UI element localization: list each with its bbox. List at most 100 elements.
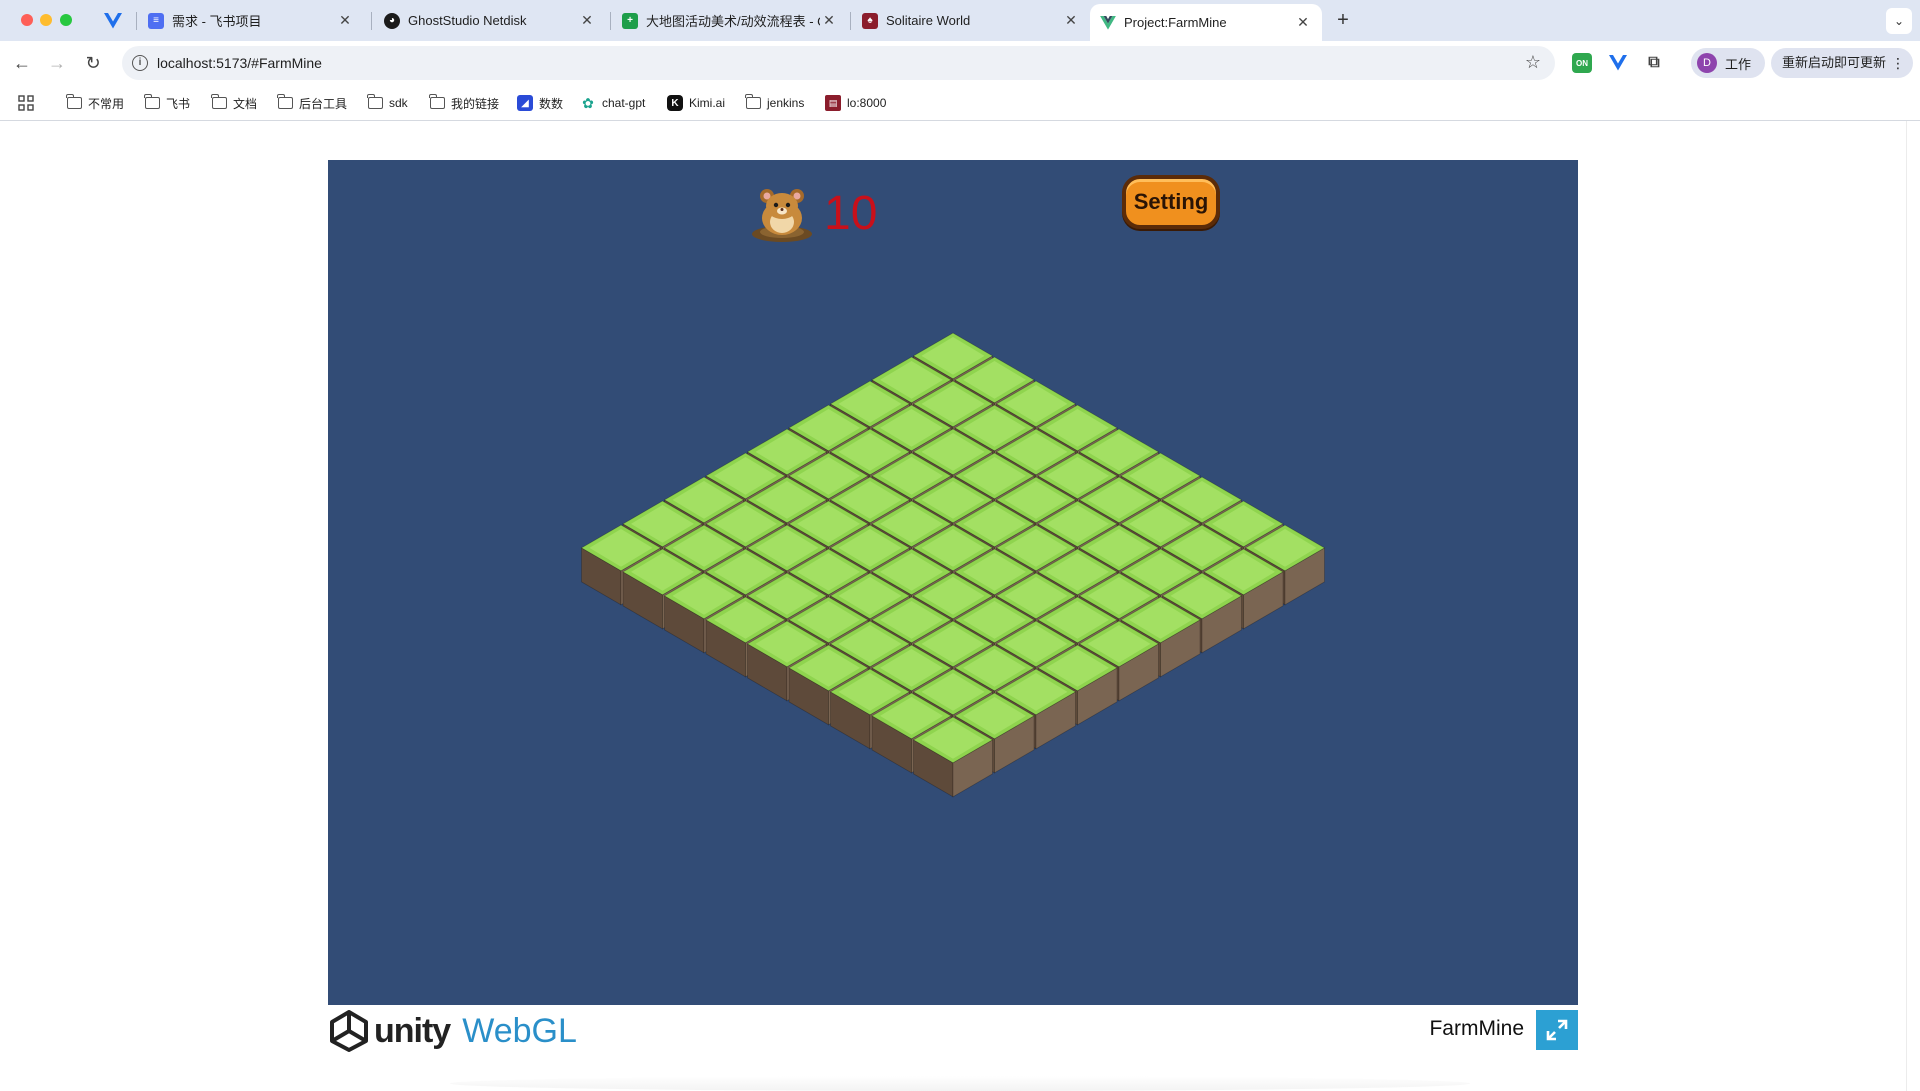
tab-farmmine[interactable]: Project:FarmMine ✕ [1090, 4, 1322, 41]
extensions-puzzle-icon[interactable]: ⧉ [1644, 53, 1664, 73]
tab-feishu-project[interactable]: ≡ 需求 - 飞书项目 ✕ [138, 4, 364, 37]
ghost-icon: ◕ [384, 12, 400, 29]
bookmark-link[interactable]: ◢ 数数 [517, 93, 563, 113]
fullscreen-icon [1546, 1019, 1568, 1041]
forward-icon[interactable]: → [45, 51, 69, 75]
bookmark-star-icon[interactable]: ☆ [1525, 52, 1541, 73]
back-icon[interactable]: ← [10, 51, 34, 75]
extension-vue-icon[interactable] [1608, 53, 1628, 73]
tab-separator [371, 12, 372, 30]
bookmark-label: 不常用 [88, 96, 125, 111]
tab-title: 需求 - 飞书项目 [172, 14, 262, 29]
unity-cube-icon [330, 1010, 368, 1052]
bookmark-label: 后台工具 [299, 96, 348, 111]
unity-webgl-logo: unity WebGL [328, 1010, 577, 1052]
sheets-icon: + [622, 12, 638, 29]
kimi-icon: K [667, 95, 683, 111]
shushu-icon: ◢ [517, 95, 533, 111]
tab-title: Project:FarmMine [1124, 15, 1227, 30]
vue-icon [1100, 15, 1116, 31]
bookmark-link[interactable]: ✿ chat-gpt [580, 93, 645, 113]
folder-icon [144, 94, 160, 111]
unity-footer: unity WebGL FarmMine [328, 1005, 1578, 1052]
update-label: 重新启动即可更新 [1782, 55, 1887, 70]
page-scrollbar[interactable] [1906, 121, 1920, 1091]
close-icon[interactable]: ✕ [1062, 12, 1080, 29]
tab-strip: ≡ 需求 - 飞书项目 ✕ ◕ GhostStudio Netdisk ✕ + … [0, 0, 1920, 41]
bookmark-label: jenkins [767, 96, 805, 110]
feishu-project-icon: ≡ [148, 12, 164, 29]
bookmark-label: 我的链接 [451, 96, 500, 111]
toolbar: ← → ↻ i localhost:5173/#FarmMine ☆ ON ⧉ … [0, 41, 1920, 85]
tab-sheets[interactable]: + 大地图活动美术/动效流程表 - G ✕ [612, 4, 848, 37]
unity-wordmark: unity [374, 1011, 451, 1050]
bookmark-folder[interactable]: 文档 [211, 93, 257, 113]
tab-separator [850, 12, 851, 30]
bookmark-folder[interactable]: 不常用 [66, 93, 124, 113]
close-icon[interactable]: ✕ [820, 12, 838, 29]
setting-button[interactable]: Setting [1122, 175, 1220, 229]
bookmark-label: chat-gpt [602, 96, 646, 110]
tab-search-button[interactable]: ⌄ [1886, 8, 1912, 34]
minimize-window-button[interactable] [40, 14, 52, 26]
bookmark-folder[interactable]: jenkins [745, 93, 804, 113]
site-icon: ▤ [825, 95, 841, 111]
folder-icon [211, 94, 227, 111]
unity-canvas[interactable]: 10 Setting [328, 160, 1578, 1005]
bookmark-label: 数数 [539, 96, 564, 111]
bookmark-folder[interactable]: 后台工具 [277, 93, 347, 113]
folder-icon [66, 94, 82, 111]
page-content: 10 Setting unity WebGL FarmMine [0, 121, 1920, 1091]
tab-title: GhostStudio Netdisk [408, 13, 527, 28]
tab-ghoststudio[interactable]: ◕ GhostStudio Netdisk ✕ [374, 4, 606, 37]
bookmark-folder[interactable]: 我的链接 [429, 93, 499, 113]
close-icon[interactable]: ✕ [336, 12, 354, 29]
update-button[interactable]: 重新启动即可更新 ⋮ [1771, 48, 1913, 78]
hamster-icon [752, 189, 812, 242]
bookmark-link[interactable]: K Kimi.ai [667, 93, 725, 113]
bookmark-label: 飞书 [166, 96, 191, 111]
pinned-tab[interactable] [98, 8, 128, 34]
bookmark-folder[interactable]: 飞书 [144, 93, 190, 113]
new-tab-button[interactable]: + [1330, 8, 1356, 34]
bookmark-folder[interactable]: sdk [367, 93, 408, 113]
apps-grid-icon[interactable] [18, 93, 34, 113]
reload-icon[interactable]: ↻ [81, 51, 105, 75]
footer-shadow [450, 1076, 1470, 1091]
bookmark-label: lo:8000 [847, 96, 887, 110]
folder-icon [745, 94, 761, 111]
close-icon[interactable]: ✕ [578, 12, 596, 29]
bookmarks-bar: 不常用 飞书 文档 后台工具 sdk 我的链接 ◢ 数数 ✿ chat-gpt KK… [0, 85, 1920, 121]
maximize-window-button[interactable] [60, 14, 72, 26]
folder-icon [277, 94, 293, 111]
bookmark-label: sdk [389, 96, 408, 110]
bookmark-label: Kimi.ai [689, 96, 726, 110]
score-value: 10 [824, 186, 878, 240]
address-bar[interactable]: i localhost:5173/#FarmMine ☆ [122, 46, 1555, 80]
chatgpt-icon: ✿ [582, 94, 594, 111]
tab-separator [610, 12, 611, 30]
url-text[interactable]: localhost:5173/#FarmMine [157, 55, 322, 71]
tab-solitaire[interactable]: ♠ Solitaire World ✕ [852, 4, 1090, 37]
profile-button[interactable]: D 工作 [1691, 48, 1765, 78]
browser-chrome: ≡ 需求 - 飞书项目 ✕ ◕ GhostStudio Netdisk ✕ + … [0, 0, 1920, 121]
bookmark-label: 文档 [233, 96, 258, 111]
score-display: 10 [748, 181, 877, 245]
tab-title: Solitaire World [886, 13, 971, 28]
close-icon[interactable]: ✕ [1294, 14, 1312, 31]
more-menu-icon[interactable]: ⋮ [1891, 48, 1905, 78]
vue-icon [104, 13, 122, 29]
extension-on-icon[interactable]: ON [1572, 53, 1592, 73]
folder-icon [429, 94, 445, 111]
tab-title: 大地图活动美术/动效流程表 - G [646, 14, 820, 29]
solitaire-icon: ♠ [862, 12, 878, 29]
tab-separator [136, 12, 137, 30]
webgl-wordmark: WebGL [462, 1011, 577, 1050]
game-title: FarmMine [1429, 1017, 1524, 1040]
site-info-icon[interactable]: i [132, 55, 148, 71]
tile-board [580, 332, 1326, 798]
folder-icon [367, 94, 383, 111]
close-window-button[interactable] [21, 14, 33, 26]
bookmark-link[interactable]: ▤ lo:8000 [825, 93, 886, 113]
fullscreen-button[interactable] [1536, 1010, 1578, 1050]
